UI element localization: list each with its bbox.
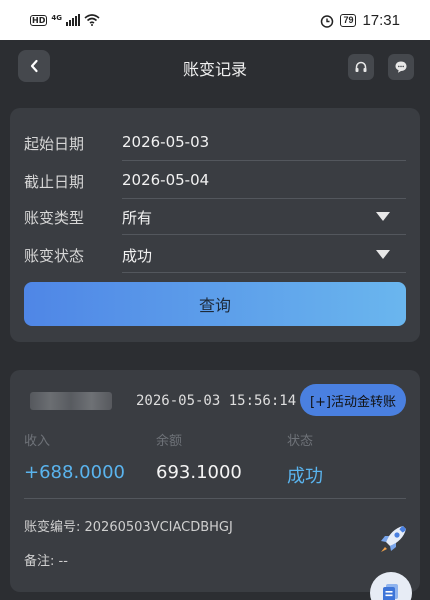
type-select[interactable]: 所有 — [122, 197, 406, 235]
network-label: 4G — [51, 14, 62, 22]
status-value: 成功 — [287, 466, 323, 487]
customer-service-button[interactable] — [348, 54, 374, 80]
type-row: 账变类型 所有 — [24, 197, 406, 235]
transaction-card[interactable]: 2026-05-03 15:56:14 [+]活动金转账 收入 余额 状态 +6… — [10, 370, 420, 592]
record-id-label: 账变编号: — [24, 520, 85, 535]
battery-icon: 79 — [340, 14, 357, 27]
record-note: 备注: -- — [24, 550, 68, 569]
blurred-account — [30, 392, 112, 410]
clock: 17:31 — [362, 12, 400, 29]
balance-value: 693.1000 — [156, 462, 242, 483]
start-date-row: 起始日期 2026-05-03 — [24, 123, 406, 161]
alarm-icon — [321, 14, 334, 28]
record-note-label: 备注: — [24, 554, 59, 569]
status-row: 账变状态 成功 — [24, 235, 406, 273]
status-select[interactable]: 成功 — [122, 235, 406, 273]
type-label: 账变类型 — [24, 209, 85, 227]
dropdown-triangle-icon — [376, 250, 390, 259]
start-date-label: 起始日期 — [24, 135, 85, 153]
end-date-label: 截止日期 — [24, 173, 85, 191]
message-button[interactable] — [388, 54, 414, 80]
signal-icon — [65, 14, 80, 26]
end-date-field[interactable]: 2026-05-04 — [122, 161, 406, 199]
rocket-icon[interactable] — [376, 522, 410, 556]
status-right: 79 17:31 — [320, 12, 400, 29]
income-label: 收入 — [24, 434, 51, 449]
status-left: HD 4G — [30, 14, 100, 26]
chat-icon — [395, 61, 407, 73]
filter-panel: 起始日期 2026-05-03 截止日期 2026-05-04 账变类型 所有 … — [10, 108, 420, 342]
status-bar: HD 4G 79 17:31 — [0, 0, 430, 40]
document-icon — [383, 584, 398, 600]
transaction-type-tag: [+]活动金转账 — [299, 384, 406, 416]
end-date-row: 截止日期 2026-05-04 — [24, 161, 406, 199]
header: 账变记录 — [0, 40, 430, 98]
status-label: 状态 — [287, 434, 314, 449]
hd-icon: HD — [30, 14, 48, 26]
record-datetime: 2026-05-03 15:56:14 — [136, 393, 297, 409]
record-id-value: 20260503VCIACDBHGJ — [84, 520, 233, 535]
record-id: 账变编号: 20260503VCIACDBHGJ — [24, 516, 233, 535]
wifi-icon — [84, 14, 100, 26]
query-button[interactable]: 查询 — [24, 282, 406, 326]
income-value: +688.0000 — [24, 462, 125, 483]
record-note-value: -- — [58, 554, 68, 569]
card-divider — [24, 498, 406, 499]
status-select-value: 成功 — [122, 247, 153, 265]
dropdown-triangle-icon — [376, 212, 390, 221]
balance-label: 余额 — [156, 434, 183, 449]
headset-icon — [355, 61, 367, 72]
status-label: 账变状态 — [24, 247, 85, 265]
start-date-field[interactable]: 2026-05-03 — [122, 123, 406, 161]
type-select-value: 所有 — [122, 209, 153, 227]
